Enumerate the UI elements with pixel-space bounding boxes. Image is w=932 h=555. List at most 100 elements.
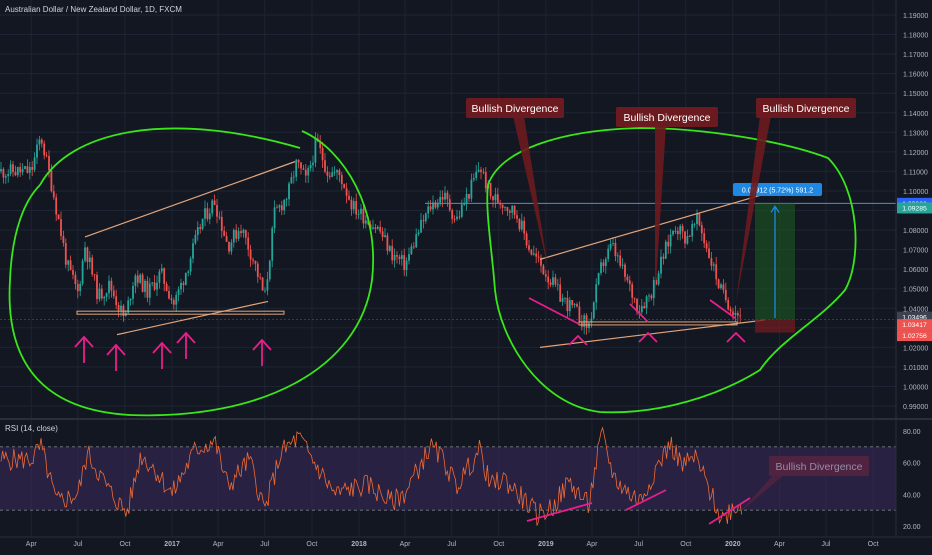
- time-tick-label: Jul: [447, 541, 456, 548]
- candle-body: [381, 231, 384, 238]
- candle-body: [549, 282, 552, 285]
- candle-body: [218, 216, 221, 218]
- time-tick-label: Oct: [680, 541, 691, 548]
- candle-body: [52, 191, 55, 198]
- candle-body: [50, 170, 53, 192]
- candle-body: [573, 304, 576, 306]
- candle-body: [336, 170, 338, 173]
- candle-body: [422, 220, 425, 222]
- price-tick-label: 1.13000: [903, 130, 928, 137]
- candle-body: [242, 229, 245, 234]
- candle-body: [230, 242, 233, 252]
- candle-body: [144, 280, 146, 292]
- candle-body: [350, 199, 353, 210]
- candle-body: [204, 208, 206, 219]
- candle-body: [717, 279, 720, 289]
- candle-body: [559, 284, 562, 302]
- candle-body: [724, 289, 727, 300]
- candle-body: [619, 255, 622, 266]
- candle-body: [216, 205, 218, 217]
- candle-body: [508, 210, 511, 213]
- candle-body: [604, 259, 607, 267]
- candle-body: [525, 233, 528, 246]
- candle-body: [691, 224, 694, 237]
- candle-body: [26, 166, 29, 173]
- chart-title: Australian Dollar / New Zealand Dollar, …: [5, 5, 182, 14]
- candle-body: [84, 247, 86, 261]
- candle-body: [355, 201, 358, 215]
- candle-body: [386, 235, 389, 251]
- candle-body: [379, 226, 382, 232]
- candle-body: [648, 295, 650, 297]
- candle-body: [710, 258, 713, 266]
- candle-body: [79, 283, 82, 292]
- candle-body: [712, 264, 715, 266]
- time-tick-label: Jul: [73, 541, 82, 548]
- candle-body: [132, 285, 134, 299]
- candle-body: [739, 315, 742, 317]
- candle-body: [0, 169, 2, 172]
- candle-body: [100, 288, 103, 299]
- candle-body: [81, 260, 84, 284]
- candle-body: [652, 279, 655, 299]
- time-tick-label: 2020: [725, 541, 741, 548]
- candle-body: [720, 284, 722, 289]
- candle-body: [520, 220, 523, 230]
- price-axis-badge-label: 1.03417: [902, 322, 927, 329]
- candle-body: [297, 159, 300, 163]
- candle-body: [345, 188, 348, 196]
- candle-body: [696, 213, 698, 224]
- candle-body: [343, 184, 346, 189]
- candle-body: [439, 196, 442, 203]
- candle-body: [40, 139, 43, 144]
- candle-body: [240, 231, 242, 234]
- candle-body: [165, 283, 168, 292]
- candle-body: [93, 274, 96, 276]
- candle-body: [628, 280, 631, 285]
- candle-body: [249, 249, 252, 260]
- price-tick-label: 1.02000: [903, 345, 928, 352]
- candle-body: [554, 277, 557, 285]
- candle-body: [225, 236, 228, 242]
- price-tick-label: 1.05000: [903, 287, 928, 294]
- candle-body: [480, 169, 482, 172]
- candle-body: [280, 205, 283, 211]
- candle-body: [158, 271, 161, 283]
- price-tick-label: 1.14000: [903, 111, 928, 118]
- trading-chart[interactable]: 0.05912 (5.72%) 591.2Bullish DivergenceB…: [0, 0, 932, 550]
- candle-body: [62, 236, 65, 243]
- candle-body: [117, 305, 120, 311]
- candle-body: [612, 243, 614, 245]
- candle-body: [475, 171, 478, 179]
- candle-body: [470, 179, 473, 199]
- candle-body: [506, 207, 509, 211]
- price-tick-label: 1.16000: [903, 72, 928, 79]
- candle-body: [446, 192, 449, 200]
- candle-body: [45, 155, 48, 157]
- candle-body: [672, 230, 674, 235]
- candle-body: [530, 249, 533, 255]
- candle-body: [7, 173, 10, 177]
- candle-body: [679, 225, 682, 235]
- candle-body: [494, 194, 497, 201]
- candle-body: [451, 210, 454, 219]
- candle-body: [172, 300, 175, 305]
- candle-body: [415, 234, 418, 248]
- candle-body: [180, 282, 182, 290]
- candle-body: [393, 255, 396, 261]
- candle-body: [384, 235, 386, 238]
- candle-body: [643, 306, 646, 309]
- candle-body: [254, 260, 257, 264]
- time-tick-label: Oct: [493, 541, 504, 548]
- time-tick-label: Oct: [306, 541, 317, 548]
- candle-body: [537, 256, 540, 258]
- candle-body: [105, 293, 108, 297]
- time-tick-label: Apr: [26, 541, 38, 548]
- candle-body: [261, 277, 264, 291]
- candle-body: [175, 294, 178, 305]
- price-tick-label: 0.99000: [903, 404, 928, 411]
- candle-body: [235, 229, 238, 239]
- rsi-tick-label: 20.00: [903, 524, 921, 531]
- candle-body: [302, 168, 305, 170]
- candle-body: [667, 241, 670, 247]
